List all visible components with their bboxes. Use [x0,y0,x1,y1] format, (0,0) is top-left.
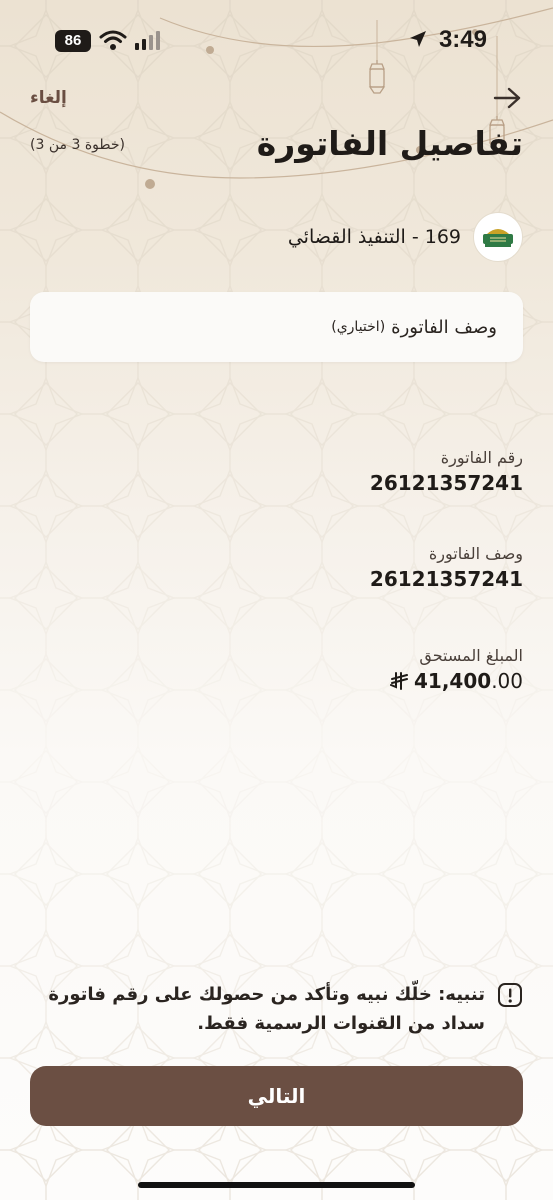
biller-name: 169 - التنفيذ القضائي [287,226,461,248]
battery-indicator: 86 [55,30,91,52]
input-optional-label: (اختياري) [331,319,386,335]
warning-message: تنبيه: خلّك نبيه وتأكد من حصولك على رقم … [48,984,485,1034]
amount-due-field: المبلغ المستحق 41,400.00 [390,646,523,693]
field-label: رقم الفاتورة [440,448,523,467]
invoice-number-field: رقم الفاتورة 26121357241 [370,448,523,495]
warning-icon [498,983,522,1007]
signal-icon [135,31,160,50]
amount-decimal: .00 [491,669,523,693]
input-placeholder: وصف الفاتورة [391,316,497,338]
next-button[interactable]: التالي [30,1066,523,1126]
field-label: المبلغ المستحق [419,646,523,665]
home-indicator [138,1182,415,1188]
status-time: 3:49 [438,26,487,53]
judiciary-logo-icon [473,212,523,262]
invoice-description-field: وصف الفاتورة 26121357241 [370,544,523,591]
location-arrow-icon [410,31,426,47]
field-label: وصف الفاتورة [428,544,523,563]
cancel-button[interactable]: إلغاء [30,88,67,108]
field-value: 26121357241 [369,567,523,591]
back-arrow-icon[interactable] [493,86,521,110]
step-indicator: (خطوة 3 من 3) [30,137,125,153]
field-value: 26121357241 [369,471,523,495]
lantern-icon [368,60,386,94]
invoice-description-input[interactable]: وصف الفاتورة (اختياري) [30,292,523,362]
biller-info: 169 - التنفيذ القضائي [288,212,523,262]
page-title: تفاصيل الفاتورة [256,124,523,163]
amount-value: 41,400.00 [390,669,523,693]
wifi-icon [99,30,127,50]
amount-integer: 41,400 [414,669,492,693]
riyal-symbol-icon [390,672,408,690]
